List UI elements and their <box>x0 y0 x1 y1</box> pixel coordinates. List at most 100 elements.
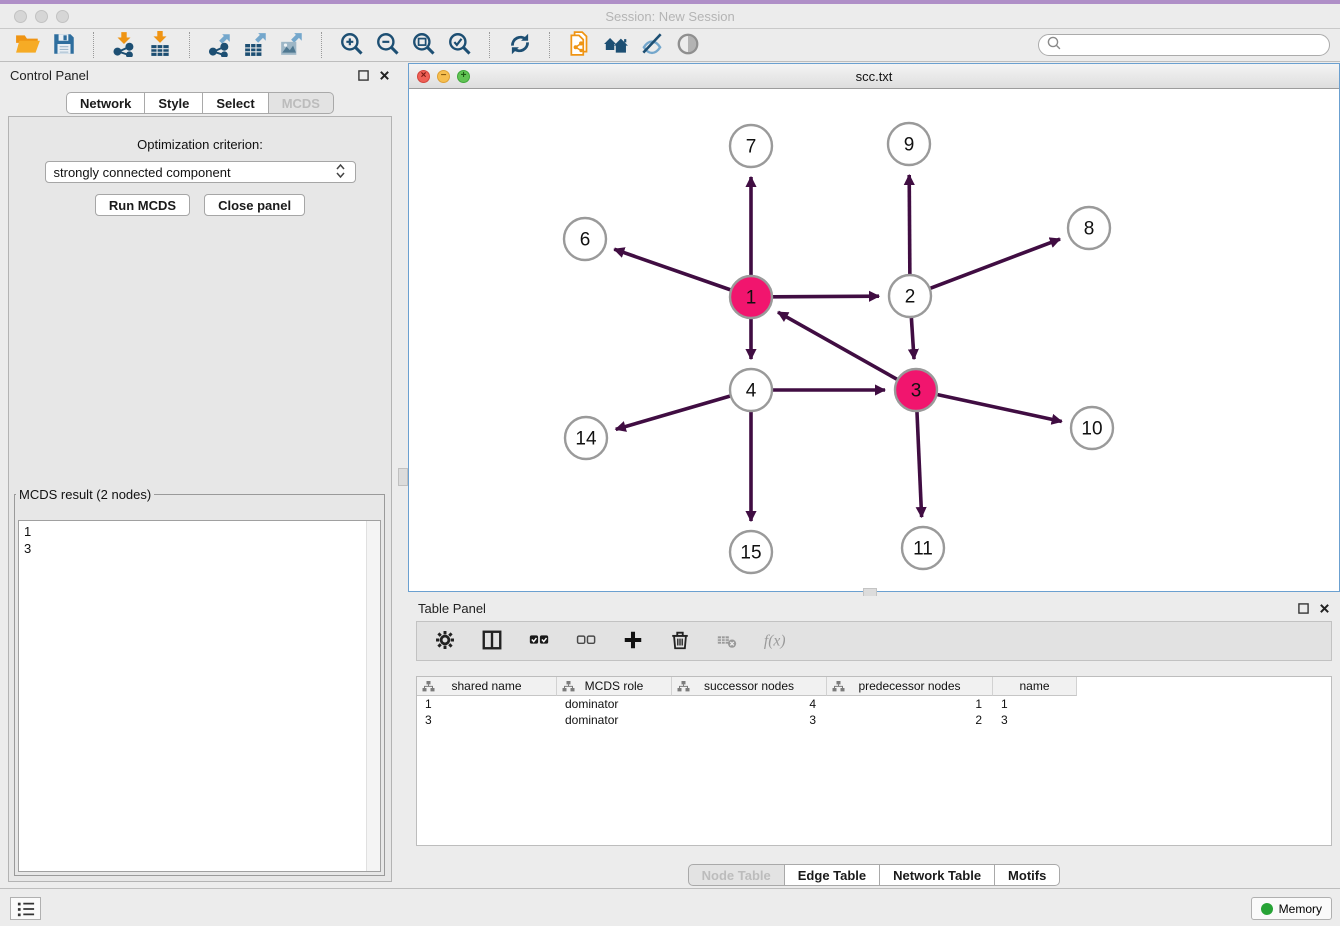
tab-network[interactable]: Network <box>66 92 145 114</box>
close-panel-icon[interactable] <box>379 70 390 81</box>
zoom-fit-button[interactable] <box>406 30 442 60</box>
deselect-all-columns-button[interactable] <box>575 629 597 654</box>
main-toolbar <box>0 29 1340 62</box>
tab-select[interactable]: Select <box>203 92 268 114</box>
node-4[interactable]: 4 <box>730 369 772 411</box>
edge-2-3[interactable] <box>911 318 914 359</box>
edge-1-2[interactable] <box>773 296 879 297</box>
zoom-selected-button[interactable] <box>442 30 478 60</box>
export-table-button[interactable] <box>238 30 274 60</box>
table-cell[interactable]: 2 <box>827 713 993 727</box>
svg-text:f(x): f(x) <box>764 632 785 649</box>
tab-mcds[interactable]: MCDS <box>269 92 334 114</box>
network-close-button[interactable]: × <box>417 70 430 83</box>
close-table-panel-icon[interactable] <box>1319 603 1330 614</box>
optimization-criterion-select[interactable]: strongly connected component <box>45 161 356 183</box>
node-10[interactable]: 10 <box>1071 407 1113 449</box>
node-7[interactable]: 7 <box>730 125 772 167</box>
fx-icon: f(x) <box>763 629 785 654</box>
task-history-button[interactable] <box>10 897 41 920</box>
delete-column-button[interactable] <box>669 629 691 654</box>
search-input[interactable] <box>1066 37 1322 53</box>
zoom-out-button[interactable] <box>370 30 406 60</box>
save-session-button[interactable] <box>46 30 82 60</box>
show-graphics-details-button[interactable] <box>670 30 706 60</box>
svg-text:6: 6 <box>580 230 591 251</box>
edge-2-9[interactable] <box>909 175 910 274</box>
edge-2-8[interactable] <box>931 239 1060 288</box>
table-cell[interactable]: 3 <box>993 713 1077 727</box>
column-header-name[interactable]: name <box>993 677 1077 696</box>
open-session-button[interactable] <box>10 30 46 60</box>
hide-graphics-details-button[interactable] <box>634 30 670 60</box>
edge-1-6[interactable] <box>614 249 730 290</box>
network-minimize-button[interactable]: − <box>437 70 450 83</box>
close-panel-button[interactable]: Close panel <box>204 194 305 216</box>
column-label: shared name <box>451 679 521 693</box>
node-3[interactable]: 3 <box>895 369 937 411</box>
node-14[interactable]: 14 <box>565 417 607 459</box>
column-header-predecessor-nodes[interactable]: predecessor nodes <box>827 677 993 696</box>
column-header-shared-name[interactable]: shared name <box>417 677 557 696</box>
node-6[interactable]: 6 <box>564 218 606 260</box>
select-all-columns-button[interactable] <box>528 629 550 654</box>
export-network-button[interactable] <box>202 30 238 60</box>
tab-motifs[interactable]: Motifs <box>995 864 1060 886</box>
tab-network-table[interactable]: Network Table <box>880 864 995 886</box>
table-cell[interactable]: dominator <box>557 713 672 727</box>
refresh-layout-button[interactable] <box>502 30 538 60</box>
node-1[interactable]: 1 <box>730 276 772 318</box>
tab-style[interactable]: Style <box>145 92 203 114</box>
network-window-titlebar[interactable]: scc.txt × − + <box>409 64 1339 89</box>
table-settings-button[interactable] <box>434 629 456 654</box>
table-row[interactable]: 1dominator411 <box>417 696 1331 712</box>
import-table-button[interactable] <box>142 30 178 60</box>
mcds-result-area[interactable]: 1 3 <box>18 520 381 872</box>
memory-status-icon <box>1261 903 1273 915</box>
network-graph[interactable]: 7 9 6 8 1 2 4 3 14 10 15 11 <box>409 88 1339 592</box>
run-mcds-button[interactable]: Run MCDS <box>95 194 190 216</box>
node-9[interactable]: 9 <box>888 123 930 165</box>
node-11[interactable]: 11 <box>902 527 944 569</box>
tab-node-table[interactable]: Node Table <box>688 864 785 886</box>
column-header-successor-nodes[interactable]: successor nodes <box>672 677 827 696</box>
network-canvas[interactable]: 7 9 6 8 1 2 4 3 14 10 15 11 <box>409 88 1339 591</box>
table-cell[interactable]: 1 <box>417 697 557 711</box>
table-cell[interactable]: 1 <box>993 697 1077 711</box>
table-cell[interactable]: 4 <box>672 697 827 711</box>
table-row[interactable]: 3dominator323 <box>417 712 1331 728</box>
node-2[interactable]: 2 <box>889 275 931 317</box>
table-cell[interactable]: 1 <box>827 697 993 711</box>
table-cell[interactable]: 3 <box>417 713 557 727</box>
toolbar-separator <box>549 32 551 58</box>
edge-3-10[interactable] <box>938 395 1062 422</box>
open-network-file-button[interactable] <box>562 30 598 60</box>
edge-4-14[interactable] <box>616 396 730 429</box>
float-panel-icon[interactable] <box>358 70 369 81</box>
export-image-button[interactable] <box>274 30 310 60</box>
node-15[interactable]: 15 <box>730 531 772 573</box>
add-column-button[interactable] <box>622 629 644 654</box>
vertical-splitter-handle[interactable] <box>398 468 408 486</box>
result-scrollbar[interactable] <box>366 521 380 871</box>
memory-button[interactable]: Memory <box>1251 897 1332 920</box>
export-table-icon <box>243 31 269 60</box>
node-8[interactable]: 8 <box>1068 207 1110 249</box>
network-maximize-button[interactable]: + <box>457 70 470 83</box>
zoom-in-button[interactable] <box>334 30 370 60</box>
node-table[interactable]: shared name MCDS rolesuccessor nodesprede… <box>416 676 1332 846</box>
mcds-result-text: 1 3 <box>19 521 380 559</box>
search-box[interactable] <box>1038 34 1330 56</box>
table-cell[interactable]: 3 <box>672 713 827 727</box>
edge-3-11[interactable] <box>917 412 922 517</box>
tab-edge-table[interactable]: Edge Table <box>785 864 880 886</box>
edge-3-1[interactable] <box>778 312 897 379</box>
import-network-button[interactable] <box>106 30 142 60</box>
tree-icon <box>422 680 435 696</box>
toggle-columns-button[interactable] <box>481 629 503 654</box>
float-table-panel-icon[interactable] <box>1298 603 1309 614</box>
column-header-MCDS-role[interactable]: MCDS role <box>557 677 672 696</box>
control-panel-title: Control Panel <box>10 68 89 83</box>
table-cell[interactable]: dominator <box>557 697 672 711</box>
home-button[interactable] <box>598 30 634 60</box>
